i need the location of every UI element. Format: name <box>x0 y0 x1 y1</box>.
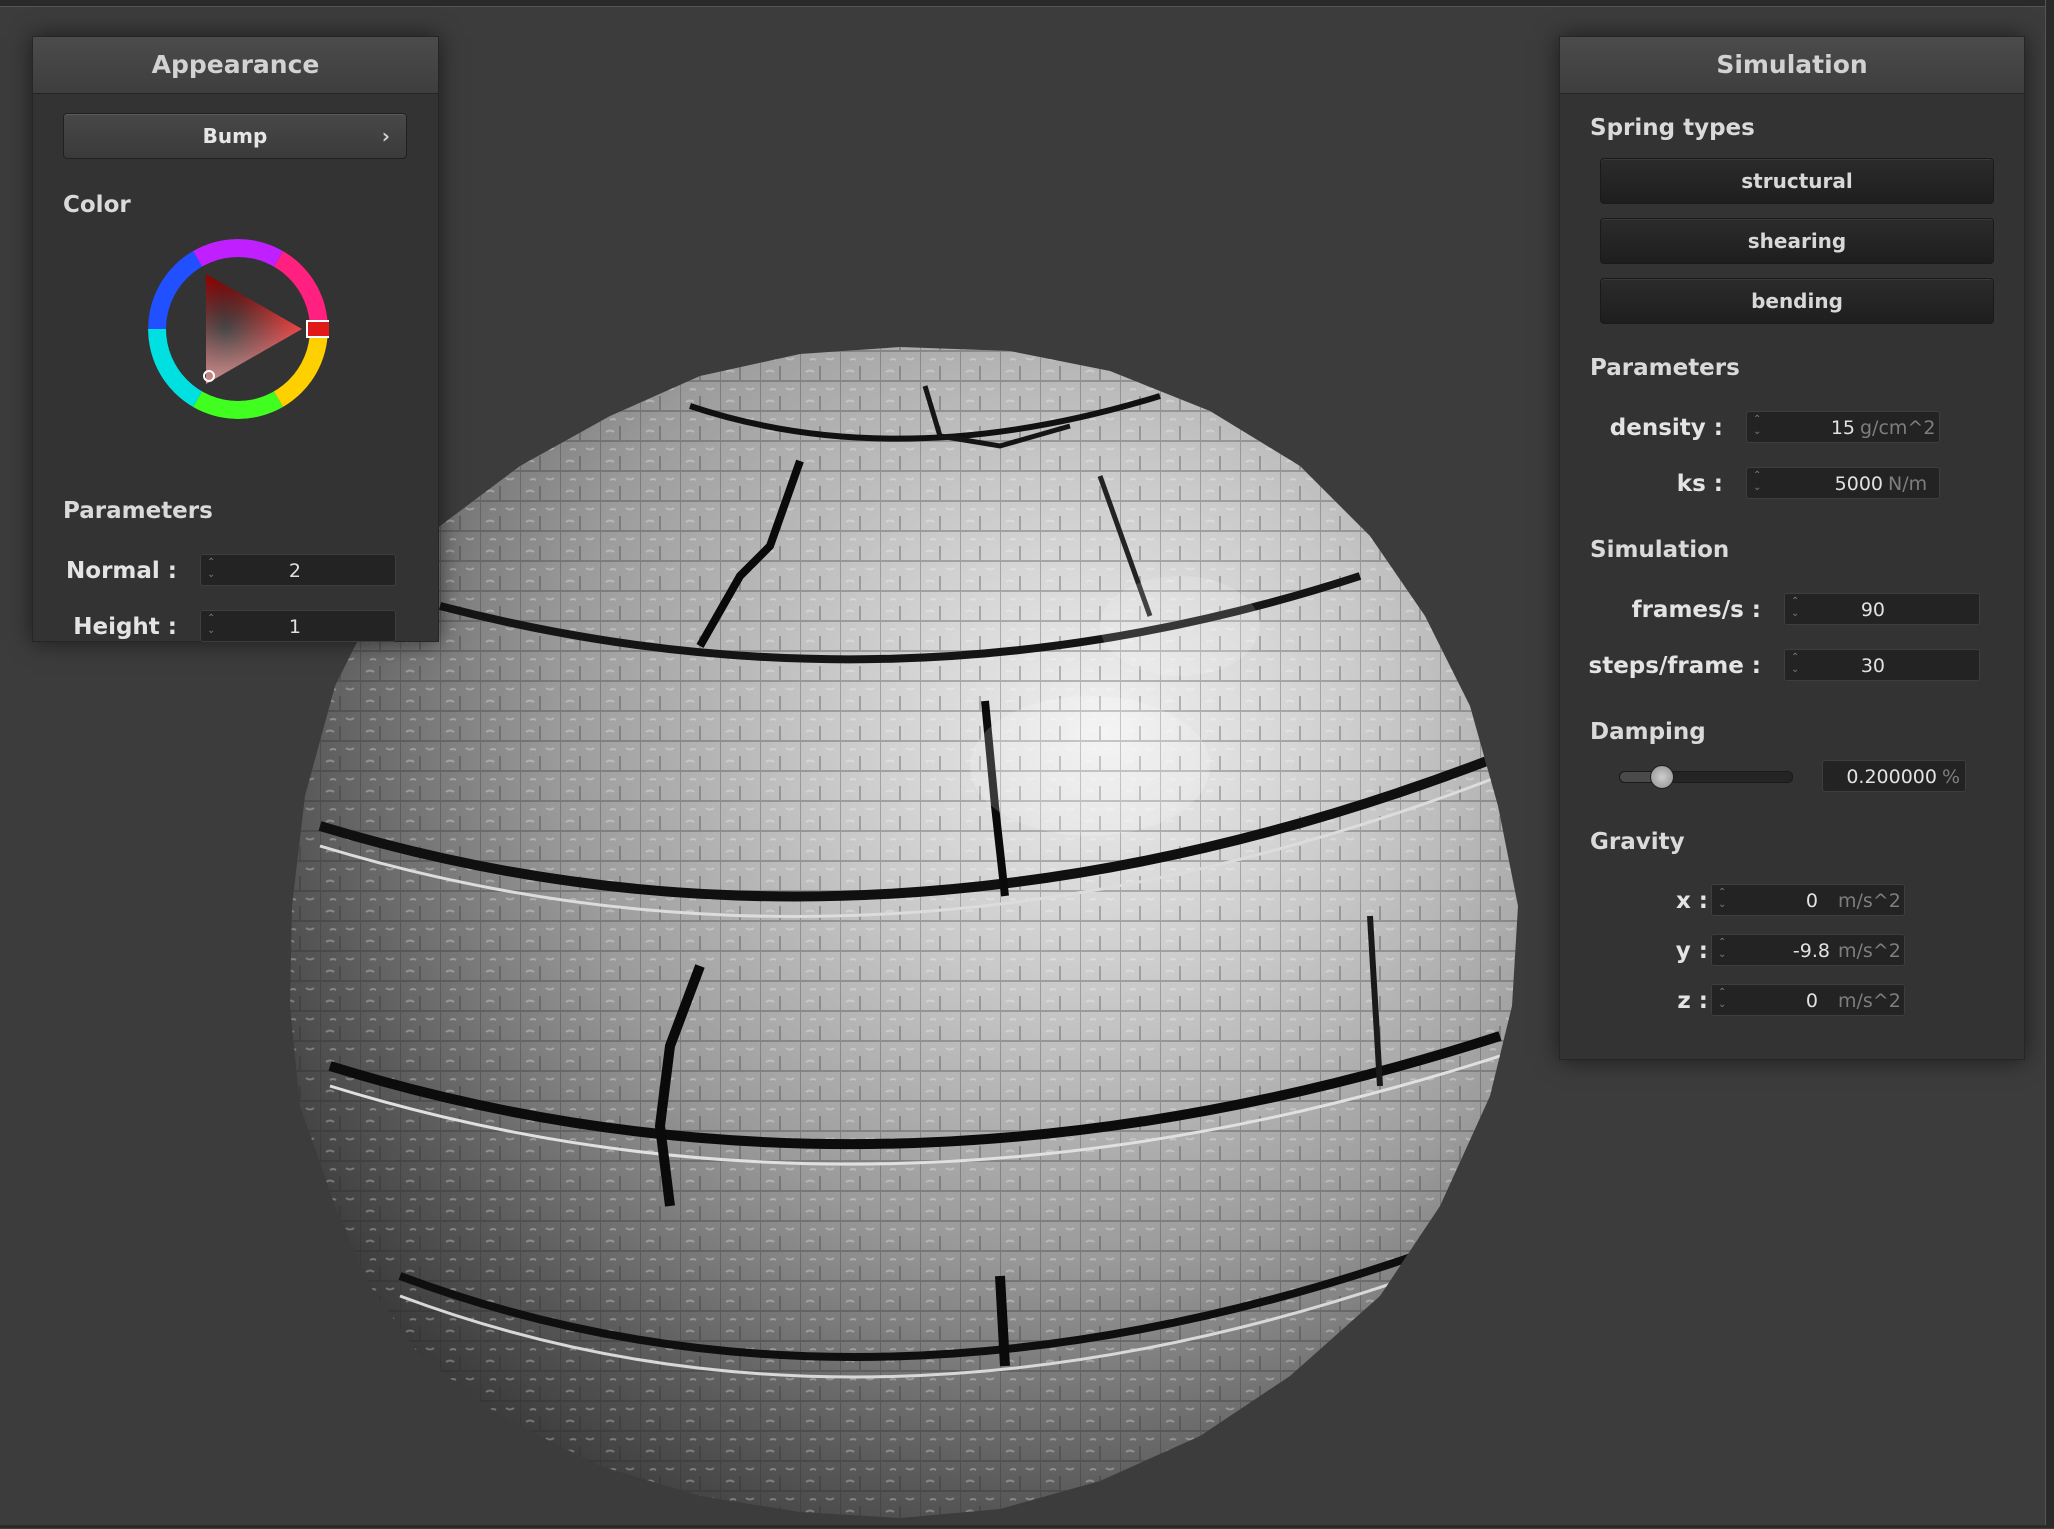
frames-per-s-value: 90 <box>1860 599 1885 621</box>
gravity-x-label: x : <box>1675 888 1708 914</box>
bending-button[interactable]: bending <box>1600 278 1994 324</box>
shearing-button[interactable]: shearing <box>1600 218 1994 264</box>
ks-value: 5000 <box>1834 473 1883 495</box>
damping-slider[interactable] <box>1619 765 1793 789</box>
density-value: 15 <box>1830 417 1855 439</box>
spin-arrows-icon: ⌃ ⌄ <box>1718 937 1727 960</box>
gravity-y-label: y : <box>1675 938 1708 964</box>
window-right-border <box>2045 0 2054 1528</box>
spin-arrows-icon: ⌃ ⌄ <box>1718 887 1727 910</box>
damping-value-box[interactable]: 0.200000 % <box>1822 760 1966 792</box>
height-spinbox[interactable]: ⌃ ⌄ 1 <box>200 610 396 642</box>
appearance-parameters-label: Parameters <box>63 498 213 524</box>
gravity-z-unit: m/s^2 <box>1838 990 1901 1012</box>
spin-arrows-icon: ⌃ ⌄ <box>1791 652 1800 675</box>
color-section-label: Color <box>63 192 131 218</box>
gravity-x-unit: m/s^2 <box>1838 890 1901 912</box>
normal-value: 2 <box>288 560 301 582</box>
gravity-label: Gravity <box>1590 829 1685 855</box>
density-label: density : <box>1609 415 1723 441</box>
frames-per-s-spinbox[interactable]: ⌃ ⌄ 90 <box>1784 593 1980 625</box>
spring-types-label: Spring types <box>1590 115 1755 141</box>
gravity-z-spinbox[interactable]: ⌃ ⌄ 0 m/s^2 <box>1711 984 1905 1016</box>
spin-arrows-icon: ⌃ ⌄ <box>207 613 216 636</box>
normal-label: Normal : <box>66 558 177 584</box>
ks-unit: N/m <box>1888 473 1928 495</box>
spin-arrows-icon: ⌃ ⌄ <box>207 557 216 580</box>
gravity-z-value: 0 <box>1805 990 1818 1012</box>
steps-per-frame-spinbox[interactable]: ⌃ ⌄ 30 <box>1784 649 1980 681</box>
steps-per-frame-value: 30 <box>1860 655 1885 677</box>
sim-parameters-label: Parameters <box>1590 355 1740 381</box>
appearance-panel: Appearance Bump › Color Parameters Norma… <box>32 36 439 642</box>
hue-selector-marker <box>306 320 329 338</box>
damping-value: 0.200000 <box>1846 766 1937 788</box>
color-wheel[interactable] <box>147 238 329 420</box>
shader-dropdown[interactable]: Bump › <box>63 113 407 159</box>
gravity-x-spinbox[interactable]: ⌃ ⌄ 0 m/s^2 <box>1711 884 1905 916</box>
spin-arrows-icon: ⌃ ⌄ <box>1753 414 1762 437</box>
height-label: Height : <box>73 614 177 640</box>
simulation-panel: Simulation Spring types structural shear… <box>1559 36 2025 1060</box>
normal-spinbox[interactable]: ⌃ ⌄ 2 <box>200 554 396 586</box>
ks-label: ks : <box>1676 471 1723 497</box>
spin-arrows-icon: ⌃ ⌄ <box>1718 987 1727 1010</box>
spin-arrows-icon: ⌃ ⌄ <box>1753 470 1762 493</box>
simulation-panel-title: Simulation <box>1560 37 2024 94</box>
gravity-z-label: z : <box>1677 988 1708 1014</box>
gravity-y-spinbox[interactable]: ⌃ ⌄ -9.8 m/s^2 <box>1711 934 1905 966</box>
damping-unit: % <box>1942 766 1961 788</box>
simulation-section-label: Simulation <box>1590 537 1730 563</box>
density-unit: g/cm^2 <box>1860 417 1936 439</box>
chevron-right-icon: › <box>381 124 390 148</box>
structural-button[interactable]: structural <box>1600 158 1994 204</box>
gravity-x-value: 0 <box>1805 890 1818 912</box>
appearance-panel-title: Appearance <box>33 37 438 94</box>
damping-slider-handle[interactable] <box>1650 765 1674 789</box>
height-value: 1 <box>288 616 301 638</box>
gravity-y-value: -9.8 <box>1792 940 1830 962</box>
shader-dropdown-label: Bump <box>202 124 268 148</box>
steps-per-frame-label: steps/frame : <box>1588 653 1761 679</box>
ks-spinbox[interactable]: ⌃ ⌄ 5000 N/m <box>1746 467 1940 499</box>
gravity-y-unit: m/s^2 <box>1838 940 1901 962</box>
frames-per-s-label: frames/s : <box>1631 597 1761 623</box>
density-spinbox[interactable]: ⌃ ⌄ 15 g/cm^2 <box>1746 411 1940 443</box>
damping-label: Damping <box>1590 719 1706 745</box>
spin-arrows-icon: ⌃ ⌄ <box>1791 596 1800 619</box>
